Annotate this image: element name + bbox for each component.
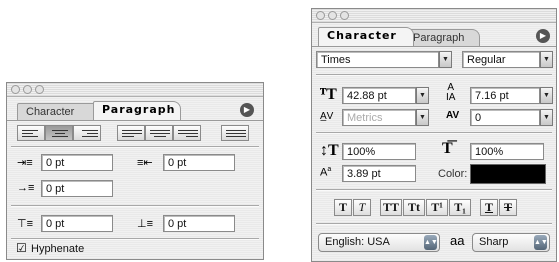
leading-field[interactable]: 7.16 pt xyxy=(470,87,540,104)
space-before-field[interactable]: 0 pt xyxy=(41,215,113,232)
divider xyxy=(316,132,552,134)
font-size-field[interactable]: 42.88 pt xyxy=(342,87,416,104)
chevron-updown-icon: ▲▼ xyxy=(424,235,438,250)
divider xyxy=(316,223,552,225)
left-indent-icon: ⇥≡ xyxy=(17,157,33,169)
vertical-scale-field[interactable]: 100% xyxy=(342,143,416,160)
tracking-field[interactable]: 0 xyxy=(470,109,540,126)
color-label: Color: xyxy=(438,168,468,180)
minimize-icon[interactable] xyxy=(328,11,337,20)
kerning-dropdown[interactable]: ▼ xyxy=(416,109,429,126)
character-panel: Character Paragraph ▶ Times ▼ Regular ▼ … xyxy=(311,8,557,262)
close-icon[interactable] xyxy=(316,11,325,20)
small-caps-button[interactable]: Tt xyxy=(403,199,425,216)
faux-bold-button[interactable]: T xyxy=(334,199,352,216)
flyout-arrow-icon[interactable]: ▶ xyxy=(240,103,254,117)
tab-paragraph[interactable]: Paragraph xyxy=(93,101,181,120)
justify-center-button[interactable] xyxy=(145,125,173,141)
justify-left-button[interactable] xyxy=(117,125,145,141)
leading-icon: A IA xyxy=(446,82,456,103)
divider xyxy=(11,205,259,207)
superscript-button[interactable]: T¹ xyxy=(426,199,448,216)
strikethrough-button[interactable]: T xyxy=(499,199,517,216)
divider xyxy=(11,146,259,148)
right-indent-field[interactable]: 0 pt xyxy=(163,154,235,171)
baseline-shift-icon: Aa xyxy=(320,166,332,179)
hyphenate-label: Hyphenate xyxy=(31,243,85,255)
character-panel-tabs: Character Paragraph ▶ xyxy=(312,27,556,47)
zoom-icon[interactable] xyxy=(340,11,349,20)
vertical-scale-icon: ↕T xyxy=(320,142,339,159)
tab-character[interactable]: Character xyxy=(318,27,414,46)
justify-right-button[interactable] xyxy=(173,125,201,141)
paragraph-panel-tabs: Character Paragraph ▶ xyxy=(7,101,263,121)
close-icon[interactable] xyxy=(11,85,20,94)
font-family-dropdown[interactable]: ▼ xyxy=(439,51,452,68)
space-after-icon: ⊥≡ xyxy=(137,218,154,230)
leading-dropdown[interactable]: ▼ xyxy=(540,87,553,104)
zoom-icon[interactable] xyxy=(35,85,44,94)
antialias-value: Sharp xyxy=(479,236,509,248)
minimize-icon[interactable] xyxy=(23,85,32,94)
font-size-dropdown[interactable]: ▼ xyxy=(416,87,429,104)
color-swatch[interactable] xyxy=(470,164,546,184)
font-size-icon: ᵀT xyxy=(320,86,337,103)
antialias-icon: aa xyxy=(450,233,465,248)
language-value: English: USA xyxy=(325,236,390,248)
space-after-field[interactable]: 0 pt xyxy=(163,215,235,232)
paragraph-panel-titlebar[interactable] xyxy=(7,83,263,97)
font-family-field[interactable]: Times xyxy=(316,51,439,68)
align-right-button[interactable] xyxy=(73,125,101,141)
align-center-button[interactable] xyxy=(45,125,73,141)
first-line-indent-field[interactable]: 0 pt xyxy=(41,180,113,197)
horizontal-scale-field[interactable]: 100% xyxy=(470,143,544,160)
antialias-select[interactable]: Sharp ▲▼ xyxy=(472,233,550,252)
tracking-icon: AV xyxy=(446,110,460,121)
font-style-field[interactable]: Regular xyxy=(462,51,540,68)
left-indent-field[interactable]: 0 pt xyxy=(41,154,113,171)
tab-character[interactable]: Character xyxy=(17,103,103,120)
first-line-indent-icon: →≡ xyxy=(17,182,35,194)
paragraph-panel: Character Paragraph ▶ ⇥≡ 0 pt ≡⇤ 0 pt →≡… xyxy=(6,82,264,260)
language-select[interactable]: English: USA ▲▼ xyxy=(318,233,440,252)
all-caps-button[interactable]: TT xyxy=(380,199,402,216)
divider xyxy=(11,238,259,240)
baseline-shift-field[interactable]: 3.89 pt xyxy=(342,165,416,182)
kerning-icon: A̲V xyxy=(320,111,334,122)
faux-italic-button[interactable]: T xyxy=(353,199,371,216)
flyout-arrow-icon[interactable]: ▶ xyxy=(536,29,550,43)
divider xyxy=(316,74,552,76)
space-before-icon: ⊤≡ xyxy=(17,218,34,230)
character-panel-titlebar[interactable] xyxy=(312,9,556,23)
tracking-dropdown[interactable]: ▼ xyxy=(540,109,553,126)
chevron-updown-icon: ▲▼ xyxy=(534,235,548,250)
underline-button[interactable]: T xyxy=(480,199,498,216)
horizontal-scale-icon: T͞ xyxy=(442,140,453,157)
hyphenate-checkbox[interactable]: ☑ xyxy=(16,241,27,255)
justify-all-button[interactable] xyxy=(221,125,249,141)
font-style-dropdown[interactable]: ▼ xyxy=(540,51,553,68)
kerning-field[interactable]: Metrics xyxy=(342,109,416,126)
subscript-button[interactable]: T₁ xyxy=(449,199,471,216)
tab-paragraph[interactable]: Paragraph xyxy=(404,29,480,46)
align-left-button[interactable] xyxy=(17,125,45,141)
right-indent-icon: ≡⇤ xyxy=(137,157,153,169)
divider xyxy=(316,189,552,191)
